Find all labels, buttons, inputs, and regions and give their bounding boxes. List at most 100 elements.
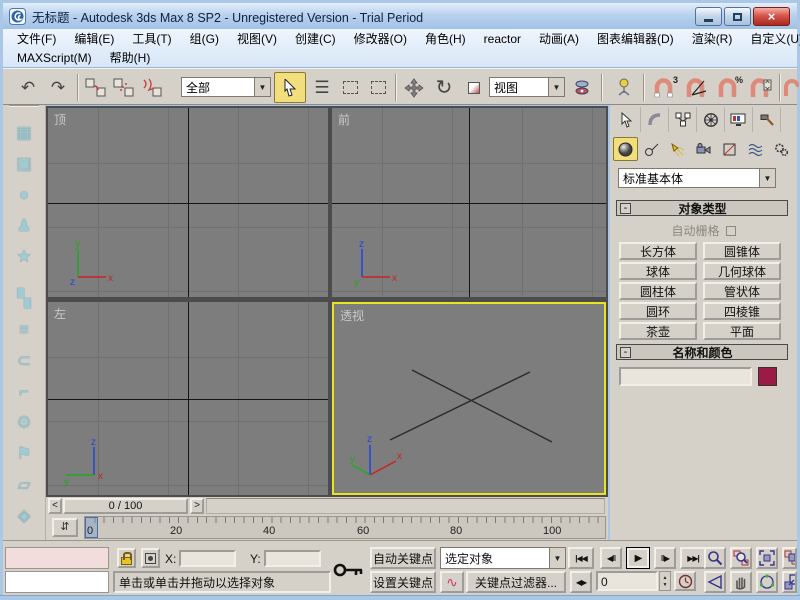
menu-item-9[interactable]: 动画(A)	[530, 30, 588, 47]
chevron-down-icon[interactable]: ▼	[759, 169, 775, 187]
window-crossing-toggle[interactable]	[365, 75, 391, 100]
menu-item-6[interactable]: 修改器(O)	[345, 30, 416, 47]
menu-item-1[interactable]: 编辑(E)	[65, 30, 123, 47]
gear-icon[interactable]: ⚙	[16, 414, 31, 432]
y-coordinate-input[interactable]	[264, 550, 321, 567]
chevron-down-icon[interactable]: ▼	[548, 78, 564, 96]
set-key-big-button[interactable]	[330, 547, 368, 593]
track-bar-ruler[interactable]: 0 20 40 60 80 100	[84, 516, 606, 539]
select-and-scale-button[interactable]	[461, 75, 487, 100]
menu-item-3[interactable]: 组(G)	[181, 30, 228, 47]
category-systems[interactable]	[769, 137, 794, 161]
object-category-dropdown[interactable]: 标准基本体 ▼	[618, 168, 776, 188]
viewport-front[interactable]: 前 z x y	[332, 108, 606, 297]
zoom-all-button[interactable]	[730, 547, 752, 569]
viewport-top[interactable]: 顶 y x z	[48, 108, 328, 297]
object-type-button-0[interactable]: 长方体	[619, 242, 697, 260]
zoom-button[interactable]	[704, 547, 726, 569]
object-type-button-9[interactable]: 平面	[703, 322, 781, 340]
next-frame-button[interactable]: ‖▶	[654, 547, 676, 569]
go-to-end-button[interactable]: ▶▶|	[680, 547, 706, 569]
menu-item-10[interactable]: 图表编辑器(D)	[588, 30, 683, 47]
key-mode-toggle[interactable]: ◀▶	[570, 571, 592, 593]
object-type-button-1[interactable]: 圆锥体	[703, 242, 781, 260]
rectangular-selection-region-button[interactable]	[337, 75, 363, 100]
time-slider[interactable]: 0 / 100	[63, 498, 188, 514]
chevron-down-icon[interactable]: ▼	[254, 78, 270, 96]
x-coordinate-input[interactable]	[179, 550, 236, 567]
viewport-left[interactable]: 左 z y x	[48, 302, 328, 495]
category-lights[interactable]	[665, 137, 690, 161]
category-cameras[interactable]	[691, 137, 716, 161]
selection-set-dropdown[interactable]: 选定对象 ▼	[440, 547, 566, 569]
tab-modify[interactable]	[641, 107, 669, 132]
maximize-button[interactable]	[724, 7, 751, 26]
frame-spinner[interactable]: ▲ ▼	[659, 571, 671, 591]
menu-item-r2-1[interactable]: 帮助(H)	[101, 49, 160, 66]
collapse-icon[interactable]: -	[620, 346, 631, 358]
object-type-button-2[interactable]: 球体	[619, 262, 697, 280]
maxscript-mini-recorder[interactable]	[5, 547, 109, 569]
menu-item-11[interactable]: 渲染(R)	[683, 30, 742, 47]
select-and-manipulate-button[interactable]	[611, 75, 637, 100]
object-name-input[interactable]	[619, 367, 752, 386]
go-to-start-button[interactable]: |◀◀	[568, 547, 594, 569]
mini-curve-editor-button[interactable]: ⇵	[52, 518, 78, 537]
menu-item-12[interactable]: 自定义(U)	[741, 30, 800, 47]
clipped-toolbar-icon[interactable]	[783, 75, 799, 100]
autogrid-checkbox[interactable]	[725, 226, 736, 236]
pan-button[interactable]	[730, 571, 752, 593]
current-frame-input[interactable]: 0	[596, 571, 658, 591]
field-of-view-button[interactable]	[704, 571, 726, 593]
time-configuration-button[interactable]	[674, 571, 696, 591]
percent-snap-toggle-button[interactable]: %	[713, 75, 743, 100]
checker-icon[interactable]: ▚	[17, 290, 30, 308]
category-spacewarps[interactable]	[743, 137, 768, 161]
time-slider-prev-button[interactable]: <	[48, 498, 62, 514]
min-max-toggle-button[interactable]	[782, 571, 797, 593]
rollout-object-type[interactable]: - 对象类型	[616, 200, 788, 216]
absolute-offset-toggle[interactable]	[141, 548, 160, 568]
tab-motion[interactable]	[697, 107, 725, 132]
auto-key-button[interactable]: 自动关键点	[370, 547, 436, 569]
boxes-icon[interactable]: ▦	[16, 124, 32, 142]
snap-toggle-button[interactable]: 3	[649, 75, 679, 100]
collapse-icon[interactable]: -	[620, 202, 631, 214]
zoom-extents-button[interactable]	[756, 547, 778, 569]
car-icon[interactable]: ▱	[17, 476, 30, 494]
previous-frame-button[interactable]: ◀‖	[600, 547, 622, 569]
object-type-button-7[interactable]: 四棱锥	[703, 302, 781, 320]
tab-display[interactable]	[725, 107, 753, 132]
zoom-extents-all-button[interactable]	[782, 547, 797, 569]
angle-snap-toggle-button[interactable]	[681, 75, 711, 100]
tab-utilities[interactable]	[753, 107, 781, 132]
weathervane-icon[interactable]: ⚑	[16, 445, 31, 463]
close-button[interactable]: ×	[753, 7, 790, 26]
time-slider-next-button[interactable]: >	[190, 498, 204, 514]
object-color-swatch[interactable]	[758, 367, 777, 386]
selection-lock-toggle[interactable]	[117, 548, 136, 568]
key-filters-button[interactable]: 关键点过滤器...	[466, 571, 566, 593]
menu-item-5[interactable]: 创建(C)	[286, 30, 345, 47]
object-type-button-8[interactable]: 茶壶	[619, 322, 697, 340]
chevron-down-icon[interactable]: ▼	[549, 548, 565, 568]
elbow-icon[interactable]: ⌐	[19, 383, 29, 401]
select-by-name-button[interactable]: ☰	[309, 75, 335, 100]
maxscript-mini-listener[interactable]	[5, 571, 109, 593]
set-key-mode-button[interactable]: 设置关键点	[370, 571, 436, 593]
capsule-icon[interactable]: ⊂	[17, 352, 31, 370]
star-icon[interactable]: ★	[16, 248, 31, 266]
break-icon[interactable]: ◈	[17, 507, 30, 525]
arc-rotate-button[interactable]	[756, 571, 778, 593]
object-type-button-6[interactable]: 圆环	[619, 302, 697, 320]
category-shapes[interactable]	[639, 137, 664, 161]
select-and-move-button[interactable]	[401, 75, 427, 100]
spinner-snap-toggle-button[interactable]	[745, 75, 775, 100]
category-geometry[interactable]	[613, 137, 638, 161]
object-type-button-4[interactable]: 圆柱体	[619, 282, 697, 300]
selection-filter-dropdown[interactable]: 全部 ▼	[181, 77, 271, 97]
use-center-flyout-button[interactable]	[569, 75, 595, 100]
reference-coordinate-dropdown[interactable]: 视图 ▼	[489, 77, 565, 97]
play-button[interactable]: ▶	[626, 547, 650, 569]
select-and-link-icon[interactable]	[83, 75, 109, 100]
